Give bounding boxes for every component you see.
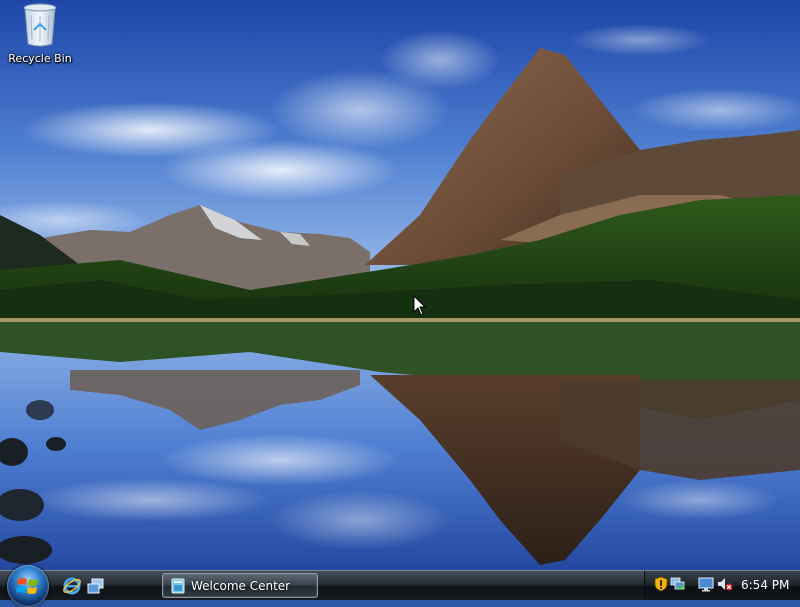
desktop-icon-recycle-bin[interactable]: Recycle Bin — [4, 2, 76, 72]
tray-network[interactable] — [670, 576, 686, 592]
notification-area: 6:54 PM — [644, 571, 800, 600]
mouse-pointer-icon — [413, 295, 427, 316]
switch-windows-icon — [87, 578, 104, 594]
desktop-icon-label: Recycle Bin — [8, 52, 72, 65]
quick-launch-internet-explorer[interactable] — [62, 576, 82, 596]
internet-explorer-icon — [63, 577, 81, 595]
taskbar-button-label: Welcome Center — [191, 579, 291, 593]
recycle-bin-icon — [23, 3, 57, 47]
tray-display[interactable] — [698, 576, 714, 592]
taskbar-button-welcome-center[interactable]: Welcome Center — [162, 573, 318, 598]
network-icon — [670, 577, 685, 591]
system-clock[interactable]: 6:54 PM — [741, 578, 789, 592]
windows-security-alert-icon — [654, 576, 668, 592]
display-icon — [698, 577, 714, 592]
tray-volume[interactable] — [717, 576, 733, 592]
quick-launch-switch-windows[interactable] — [86, 576, 106, 596]
welcome-center-icon — [171, 578, 185, 594]
start-button[interactable] — [7, 565, 49, 607]
taskbar: Welcome Center 6:54 PM — [0, 565, 800, 607]
windows-logo-icon — [16, 578, 38, 594]
tray-security-alert[interactable] — [653, 576, 669, 592]
volume-muted-icon — [718, 578, 733, 591]
desktop-wallpaper — [0, 0, 800, 570]
